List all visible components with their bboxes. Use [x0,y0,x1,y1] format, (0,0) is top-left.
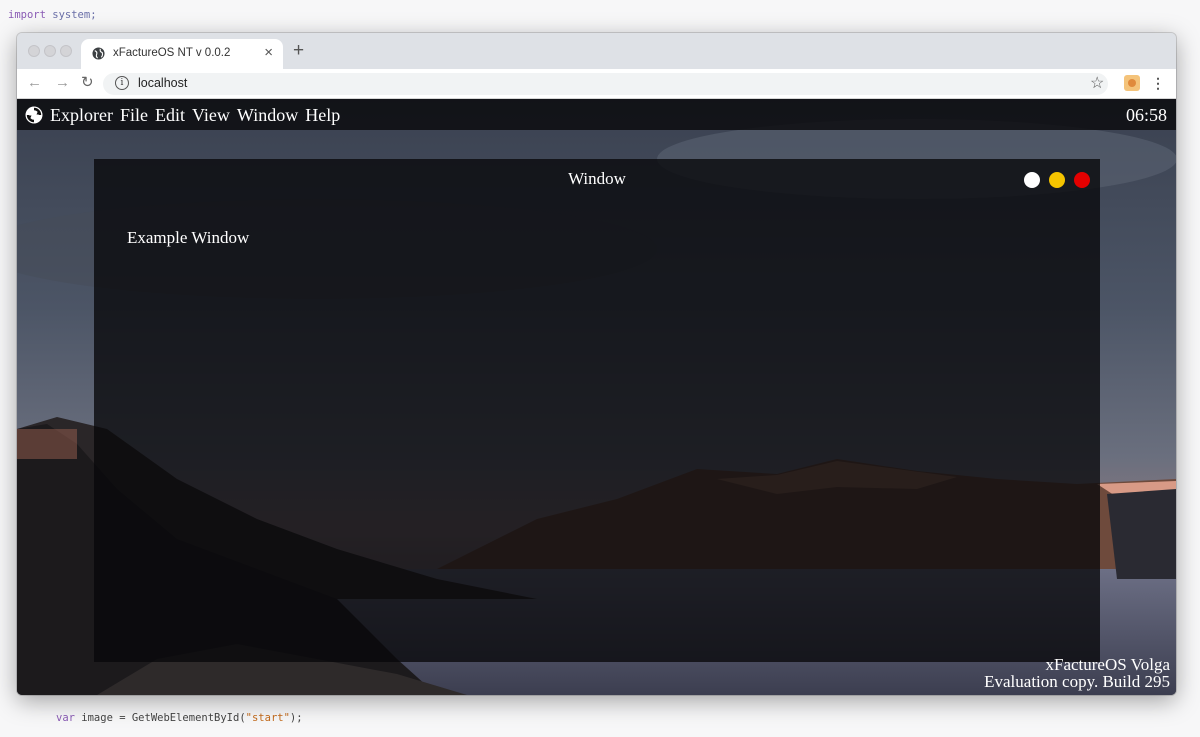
window-title: Window [568,169,626,188]
os-clock: 06:58 [1125,105,1167,125]
window-close-button[interactable] [1074,172,1090,188]
os-watermark: xFactureOS Volga Evaluation copy. Build … [984,656,1170,690]
reload-icon[interactable]: ↻ [81,74,94,92]
os-menu-bar: Explorer File Edit View Window Help 06:5… [17,99,1176,130]
browser-tab[interactable]: xFactureOS NT v 0.0.2 × [81,39,283,69]
back-icon[interactable]: ← [27,74,42,92]
browser-window: xFactureOS NT v 0.0.2 × + ← → ↻ i localh… [17,33,1176,695]
menu-file[interactable]: File [120,104,148,126]
menu-edit[interactable]: Edit [155,104,185,126]
os-desktop: Explorer File Edit View Window Help 06:5… [17,99,1176,695]
site-info-icon[interactable]: i [115,76,129,90]
code-text: ); [289,712,303,724]
window-minimize-button[interactable] [1024,172,1040,188]
menu-explorer[interactable]: Explorer [50,104,113,126]
watermark-build: Evaluation copy. Build 295 [984,672,1170,691]
browser-toolbar: ← → ↻ i localhost ☆ ⋮ [17,69,1176,99]
address-url: localhost [138,76,188,90]
window-content-text: Example Window [127,228,250,247]
browser-zoom-button[interactable] [60,45,72,57]
address-bar[interactable]: i localhost [103,73,1108,95]
code-text: image = GetWebElementById( [74,712,246,724]
browser-minimize-button[interactable] [44,45,56,57]
code-line-import: import system; [8,9,97,21]
code-line-var-image: var image = GetWebElementById("start"); [56,712,303,724]
menu-view[interactable]: View [192,104,230,126]
code-text: system; [45,9,97,21]
window-maximize-button[interactable] [1049,172,1065,188]
globe-icon [92,47,105,60]
extension-icon[interactable] [1124,75,1140,91]
code-string: "start" [245,712,290,724]
browser-menu-icon[interactable]: ⋮ [1151,74,1165,92]
watermark-product: xFactureOS Volga [1045,655,1170,674]
os-logo-icon[interactable] [25,106,43,124]
os-menu-items: Explorer File Edit View Window Help [50,104,340,126]
tab-title: xFactureOS NT v 0.0.2 [113,47,231,59]
forward-icon[interactable]: → [55,74,70,92]
tab-close-icon[interactable]: × [264,44,273,62]
menu-window[interactable]: Window [237,104,298,126]
menu-help[interactable]: Help [305,104,340,126]
tab-bar: xFactureOS NT v 0.0.2 × + [17,33,1176,69]
new-tab-button[interactable]: + [293,41,304,61]
browser-close-button[interactable] [28,45,40,57]
code-keyword: var [56,712,75,724]
app-window[interactable]: Window Example Window [94,159,1100,662]
bookmark-star-icon[interactable]: ☆ [1090,73,1104,93]
code-keyword: import [8,9,46,21]
